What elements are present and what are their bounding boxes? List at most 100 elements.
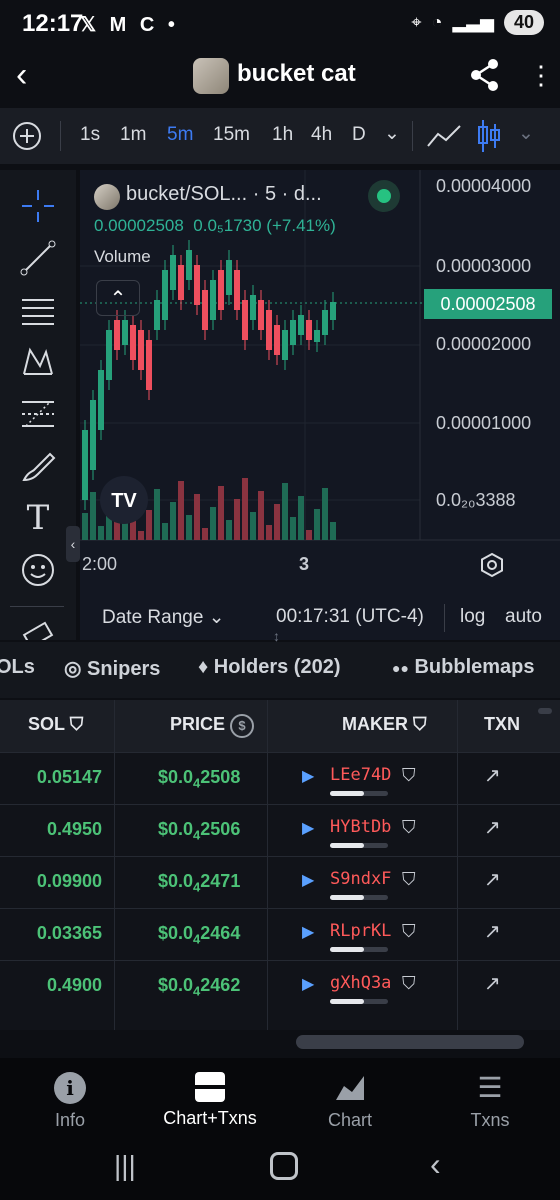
external-link-icon[interactable]: ↗	[484, 815, 501, 840]
brush-icon[interactable]	[18, 446, 58, 486]
back-arrow-icon[interactable]: ‹	[16, 56, 27, 95]
column-maker[interactable]: MAKER ⛉	[342, 714, 427, 735]
candle	[98, 370, 104, 430]
maker-address[interactable]: RLprKL	[330, 921, 391, 941]
tab-top-holders[interactable]: OLs	[0, 656, 35, 679]
interval-dropdown-icon[interactable]: ⌄	[384, 122, 400, 145]
chart-symbol[interactable]: bucket/SOL... · 5 · d...	[126, 183, 322, 206]
collapse-sidebar-icon[interactable]: ‹	[66, 526, 80, 562]
nav-info[interactable]: i Info	[0, 1068, 140, 1131]
ruler-icon[interactable]	[18, 618, 58, 640]
recent-apps-icon[interactable]: |||	[114, 1150, 136, 1182]
horizontal-scrollbar[interactable]	[296, 1035, 524, 1049]
interval-5m[interactable]: 5m	[167, 124, 193, 146]
target-icon: ◎	[64, 658, 82, 680]
more-options-icon[interactable]: ⋮	[528, 60, 554, 91]
interval-15m[interactable]: 15m	[213, 124, 250, 146]
status-bar: 12:17 𝕏 M C • ⌖ ◔ ▂▃▅ 40	[0, 0, 560, 50]
column-sol[interactable]: SOL ⛉	[28, 714, 83, 735]
dollar-icon: $	[230, 714, 255, 738]
divider	[60, 121, 61, 151]
table-row[interactable]: 0.4900 $0.042462 ▶ gXhQ3a ⛉ ↗	[0, 960, 560, 1013]
filter-icon[interactable]: ⛉	[402, 765, 416, 786]
nav-chart[interactable]: Chart	[280, 1068, 420, 1131]
tab-holders[interactable]: ♦ Holders (202)	[198, 656, 341, 679]
interval-1m[interactable]: 1m	[120, 124, 146, 146]
table-row[interactable]: 0.4950 $0.042506 ▶ HYBtDb ⛉ ↗	[0, 804, 560, 857]
maker-address[interactable]: HYBtDb	[330, 817, 391, 837]
add-indicator-icon[interactable]	[12, 121, 42, 151]
maker-address[interactable]: S9ndxF	[330, 869, 391, 889]
maker-icon: ▶	[302, 820, 315, 837]
log-scale-toggle[interactable]: log	[460, 606, 485, 628]
external-link-icon[interactable]: ↗	[484, 971, 501, 996]
table-row[interactable]: 0.03365 $0.042464 ▶ RLprKL ⛉ ↗	[0, 908, 560, 961]
chart-type-dropdown-icon[interactable]: ⌄	[518, 122, 534, 145]
filter-icon[interactable]: ⛉	[402, 921, 416, 942]
filter-icon[interactable]: ⛉	[402, 973, 416, 994]
interval-4h[interactable]: 4h	[311, 124, 332, 146]
pattern-icon[interactable]	[18, 342, 58, 382]
candle	[138, 330, 144, 370]
external-link-icon[interactable]: ↗	[484, 763, 501, 788]
candle	[186, 250, 192, 280]
candle	[90, 400, 96, 470]
price-tick: 0.00002000	[436, 334, 532, 354]
interval-1s[interactable]: 1s	[80, 124, 100, 146]
horizontal-lines-icon[interactable]	[18, 290, 58, 330]
battery-indicator: 40	[503, 10, 544, 35]
diamond-icon: ♦	[198, 656, 209, 678]
home-icon[interactable]	[270, 1152, 298, 1180]
filter-icon[interactable]: ⛉	[402, 817, 416, 838]
filter-icon[interactable]: ⛉	[70, 714, 84, 734]
interval-d[interactable]: D	[352, 124, 366, 146]
divider	[412, 121, 413, 151]
volume-bar	[162, 523, 168, 540]
price-value: $0.042471	[158, 871, 241, 895]
collapse-legend-button[interactable]: ⌃	[96, 280, 140, 316]
maker-address[interactable]: gXhQ3a	[330, 973, 391, 993]
fib-retracement-icon[interactable]	[18, 394, 58, 434]
area-chart-icon	[336, 1076, 364, 1100]
candle	[122, 320, 128, 345]
filter-icon[interactable]: ⛉	[413, 714, 427, 734]
line-chart-icon[interactable]	[426, 122, 462, 150]
bubblemaps-icon: ●●	[392, 660, 409, 676]
external-link-icon[interactable]: ↗	[484, 919, 501, 944]
volume-bar	[178, 481, 184, 540]
external-link-icon[interactable]: ↗	[484, 867, 501, 892]
system-navigation: ||| ‹	[0, 1142, 560, 1200]
share-icon[interactable]	[470, 58, 500, 92]
svg-text:TV: TV	[111, 490, 137, 512]
table-row[interactable]: 0.09900 $0.042471 ▶ S9ndxF ⛉ ↗	[0, 856, 560, 909]
maker-address[interactable]: LEe74D	[330, 765, 391, 785]
tab-bubblemaps[interactable]: ●● Bubblemaps	[392, 656, 535, 679]
price-value: $0.042464	[158, 923, 241, 947]
candle	[290, 320, 296, 345]
vertical-scrollbar[interactable]	[538, 708, 552, 714]
table-row[interactable]: 0.05147 $0.042508 ▶ LEe74D ⛉ ↗	[0, 752, 560, 805]
volume-bar	[82, 513, 88, 540]
nav-chart-txns[interactable]: Chart+Txns	[140, 1068, 280, 1129]
candlestick-icon[interactable]	[476, 118, 502, 154]
auto-scale-toggle[interactable]: auto	[505, 606, 542, 628]
price-chart[interactable]: TV 0.00004000 0.00003000 0.00002000 0.00…	[80, 170, 560, 640]
back-icon[interactable]: ‹	[430, 1146, 441, 1183]
emoji-icon[interactable]	[18, 550, 58, 590]
volume-bar	[218, 486, 224, 540]
maker-balance-bar	[330, 895, 388, 900]
nav-txns[interactable]: ☰ Txns	[420, 1068, 560, 1131]
column-txn: TXN	[484, 714, 520, 734]
interval-1h[interactable]: 1h	[272, 124, 293, 146]
price-value: $0.042506	[158, 819, 241, 843]
trend-line-icon[interactable]	[18, 238, 58, 278]
notification-icons: 𝕏 M C •	[80, 14, 179, 36]
settings-icon[interactable]	[479, 552, 505, 578]
candle	[226, 260, 232, 295]
tab-snipers[interactable]: ◎ Snipers	[64, 656, 160, 681]
filter-icon[interactable]: ⛉	[402, 869, 416, 890]
date-range-button[interactable]: Date Range ⌄	[102, 606, 225, 629]
status-right: ⌖ ◔ ▂▃▅ 40	[411, 10, 544, 35]
crosshair-icon[interactable]	[18, 186, 58, 226]
text-tool-icon[interactable]: T	[18, 498, 58, 538]
